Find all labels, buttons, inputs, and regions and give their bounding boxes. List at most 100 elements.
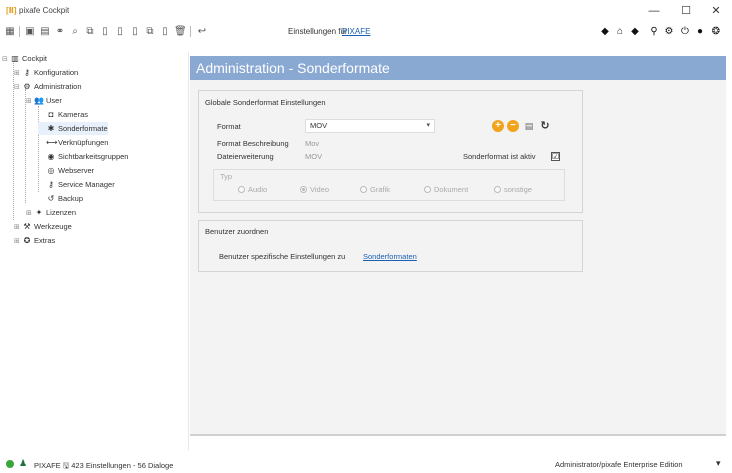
network-icon: ▾ [716,458,721,468]
collapse-icon[interactable]: ⊟ [14,81,22,94]
tree-item-label: Sichtbarkeitsgruppen [58,152,129,161]
tree-item-sonderformate[interactable]: ✱ Sonderformate [38,122,108,135]
tree-item-administration[interactable]: ⊟ ⚙ Administration [14,80,82,93]
page-icon[interactable]: ▯ [159,25,171,38]
status-right-text: Administrator/pixafe Enterprise Edition [555,460,683,469]
search-icon[interactable]: ⌕ [69,25,81,38]
tree-item-service-manager[interactable]: ⚷ Service Manager [38,178,115,191]
navigation-tree: ⊟ ▥ Cockpit ⊞ ⚷ Konfiguration ⊟ ⚙ Administration… [0,52,185,450]
type-radio-video[interactable]: Video [300,185,329,194]
type-radio-dokument-label: Dokument [434,185,469,194]
special-formats-icon: ✱ [47,124,55,133]
link-icon: ⟷ [46,138,58,147]
back-icon[interactable]: ↩ [196,25,208,38]
type-radio-sonstige[interactable]: sonstige [494,185,532,194]
settings-for-link[interactable]: PIXAFE [342,27,370,36]
tree-item-konfiguration[interactable]: ⊞ ⚷ Konfiguration [14,66,78,79]
tree-item-lizenzen[interactable]: ⊞ ✦ Lizenzen [26,206,76,219]
service-manager-icon: ⚷ [48,180,54,189]
tree-item-sichtbarkeitsgruppen[interactable]: ◉ Sichtbarkeitsgruppen [38,150,129,163]
radio-button-icon [360,186,367,193]
help-icon[interactable]: ❂ [710,25,722,38]
status-left-text: PIXAFE 🖫 423 Einstellungen - 56 Dialoge [34,461,174,470]
add-icon[interactable]: + [492,120,504,132]
type-radio-dokument[interactable]: Dokument [424,185,468,194]
camera-icon: ◘ [48,110,54,119]
assign-users-label: Benutzer zuordnen [205,227,269,236]
format-selected-value: MOV [310,121,328,130]
key-icon: ⚷ [24,68,30,77]
tree-item-label: Konfiguration [34,68,79,77]
format-select[interactable]: MOV ▾ [305,119,435,133]
tree-item-backup[interactable]: ↺ Backup [38,192,83,205]
extras-icon: ✪ [23,236,31,245]
arrow-left-icon[interactable]: ◆ [599,25,611,38]
expand-icon[interactable]: ⊞ [14,235,22,248]
tree-item-label: Extras [34,236,56,245]
tree-item-webserver[interactable]: ◎ Webserver [38,164,95,177]
radio-button-icon [238,186,245,193]
tree-item-kameras[interactable]: ◘ Kameras [38,108,88,121]
window-title: pixafe Cockpit [19,6,70,15]
type-radio-grafik-label: Grafik [370,185,391,194]
radio-button-icon [424,186,431,193]
users-icon: 👥 [34,96,44,105]
tree-item-cockpit[interactable]: ⊟ ▥ Cockpit [2,52,47,65]
close-button[interactable]: ✕ [706,4,726,18]
type-radio-grafik[interactable]: Grafik [360,185,390,194]
save-icon[interactable]: ▤ [523,120,535,132]
user-icon[interactable]: ● [694,25,706,38]
expand-icon[interactable]: ⊞ [14,221,22,234]
grid-icon[interactable]: ▦ [4,25,16,38]
paste-icon[interactable]: ▯ [114,25,126,38]
collapse-icon[interactable]: ⊟ [2,53,10,66]
user-status-icon: ♟ [19,458,28,468]
maximize-button[interactable]: ☐ [676,4,696,18]
expand-icon[interactable]: ⊞ [14,67,22,80]
type-radio-sonstige-label: sonstige [504,185,532,194]
file-icon[interactable]: ▯ [129,25,141,38]
minimize-button[interactable]: — [644,4,664,18]
tree-item-user[interactable]: ⊞ 👥 User [26,94,62,107]
status-bar: ♟ PIXAFE 🖫 423 Einstellungen - 56 Dialog… [0,456,732,473]
global-settings-group: Globale Sonderformat Einstellungen Forma… [198,90,583,213]
power-icon[interactable]: ⏻ [679,25,691,38]
remove-icon[interactable]: − [507,120,519,132]
arrow-right-icon[interactable]: ◆ [629,25,641,38]
type-radio-audio-label: Audio [248,185,268,194]
expand-icon[interactable]: ⊞ [26,207,34,220]
license-icon: ✦ [35,208,43,217]
special-formats-link[interactable]: Sonderformaten [363,252,417,261]
page-header: Administration - Sonderformate [190,56,726,80]
tree-item-werkzeuge[interactable]: ⊞ ⚒ Werkzeuge [14,220,72,233]
pane-splitter[interactable] [188,52,189,450]
toolbar: ▦ ▣ ▤ ⚭ ⌕ ⧉ ▯ ▯ ▯ ⧉ ▯ 🗑 ↩ Einstellungen … [0,22,732,42]
format-label: Format [217,122,241,131]
settings-icon[interactable]: ⚙ [663,25,675,38]
document-icon[interactable]: ▯ [99,25,111,38]
dashboard-icon[interactable]: ▣ [24,25,36,38]
home-icon[interactable]: ⌂ [614,25,626,38]
file-extension-label: Dateierweiterung [217,152,274,161]
trash-icon[interactable]: 🗑 [174,25,187,38]
format-description-value[interactable]: Mov [305,139,319,148]
refresh-icon[interactable]: ↻ [539,120,551,132]
file-copy-icon[interactable]: ⧉ [144,25,156,38]
list-icon[interactable]: ▤ [39,25,51,38]
format-active-label: Sonderformat ist aktiv [463,152,536,161]
location-icon[interactable]: ⚲ [648,25,660,38]
format-active-checkbox[interactable]: ☑ [551,152,560,161]
file-extension-value[interactable]: MOV [305,152,322,161]
tree-item-label: User [46,96,62,105]
type-radio-audio[interactable]: Audio [238,185,267,194]
admin-icon: ⚙ [23,82,31,91]
tree-item-extras[interactable]: ⊞ ✪ Extras [14,234,55,247]
expand-icon[interactable]: ⊞ [26,95,34,108]
radio-button-icon [494,186,501,193]
assign-users-group: Benutzer zuordnen Benutzer spezifische E… [198,220,583,272]
tree-item-verknüpfungen[interactable]: ⟷Verknüpfungen [38,136,108,149]
copy-icon[interactable]: ⧉ [84,25,96,38]
type-group: Typ Audio Video Grafik Dokument sonstige [213,169,565,201]
page-title: Administration - Sonderformate [196,60,390,76]
binoculars-icon[interactable]: ⚭ [54,25,66,38]
